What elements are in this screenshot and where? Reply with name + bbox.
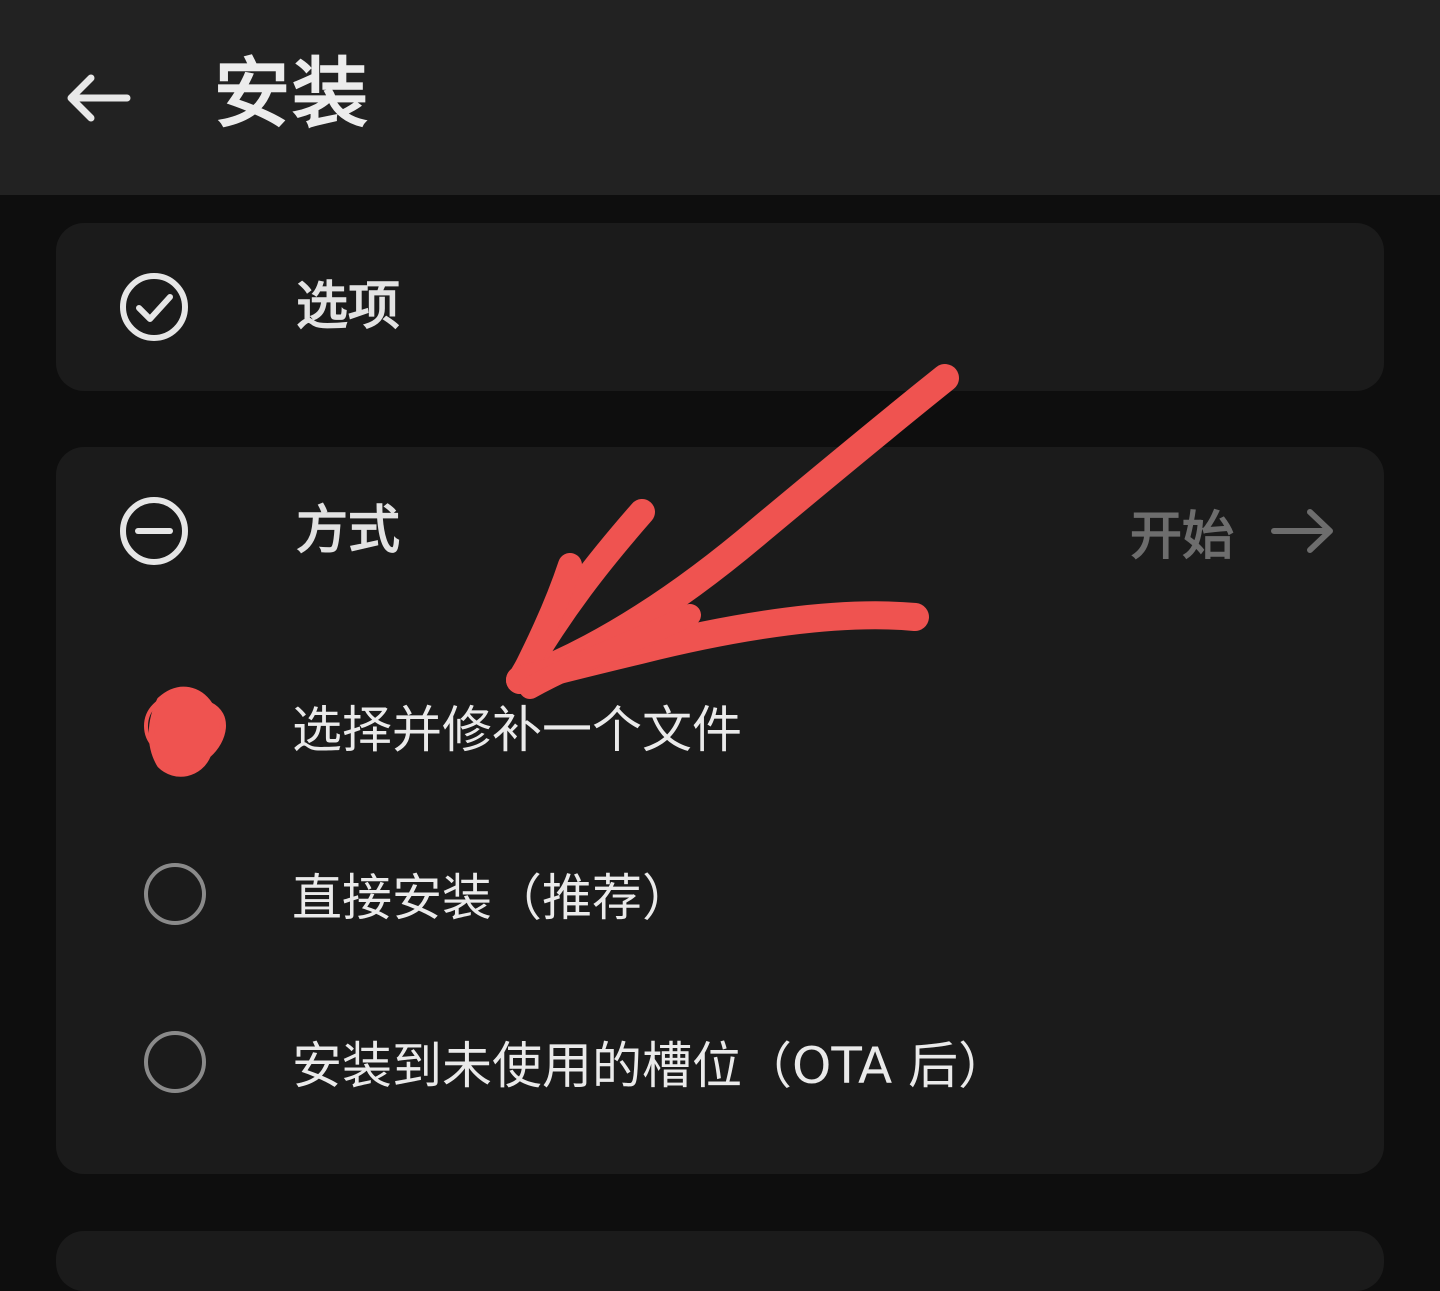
- option-patch-file[interactable]: 选择并修补一个文件: [144, 676, 1324, 776]
- option-inactive-slot[interactable]: 安装到未使用的槽位（OTA 后）: [144, 1012, 1324, 1112]
- method-card: 方式 开始 选择并修补一个文件 直接安装（推荐） 安装到未使用的槽位（OTA 后…: [56, 447, 1384, 1174]
- method-label: 方式: [296, 501, 401, 561]
- start-button[interactable]: 开始: [1130, 495, 1336, 567]
- options-label: 选项: [296, 277, 401, 337]
- arrow-left-icon: [67, 74, 131, 122]
- radio-patch-file[interactable]: [144, 695, 206, 757]
- option-label: 安装到未使用的槽位（OTA 后）: [292, 1037, 1009, 1095]
- radio-inactive-slot[interactable]: [144, 1031, 206, 1093]
- option-label: 直接安装（推荐）: [292, 869, 692, 927]
- back-button[interactable]: [50, 58, 146, 138]
- option-direct-install[interactable]: 直接安装（推荐）: [144, 844, 1324, 944]
- arrow-right-icon: [1271, 509, 1333, 553]
- option-label: 选择并修补一个文件: [292, 701, 742, 759]
- start-label: 开始: [1129, 506, 1234, 567]
- minus-circle-icon: [120, 497, 188, 565]
- check-circle-icon: [120, 273, 188, 341]
- options-card[interactable]: 选项: [56, 223, 1384, 391]
- radio-direct-install[interactable]: [144, 863, 206, 925]
- app-bar: 安装: [0, 0, 1440, 195]
- page-title: 安装: [214, 49, 370, 138]
- next-card: [56, 1231, 1384, 1291]
